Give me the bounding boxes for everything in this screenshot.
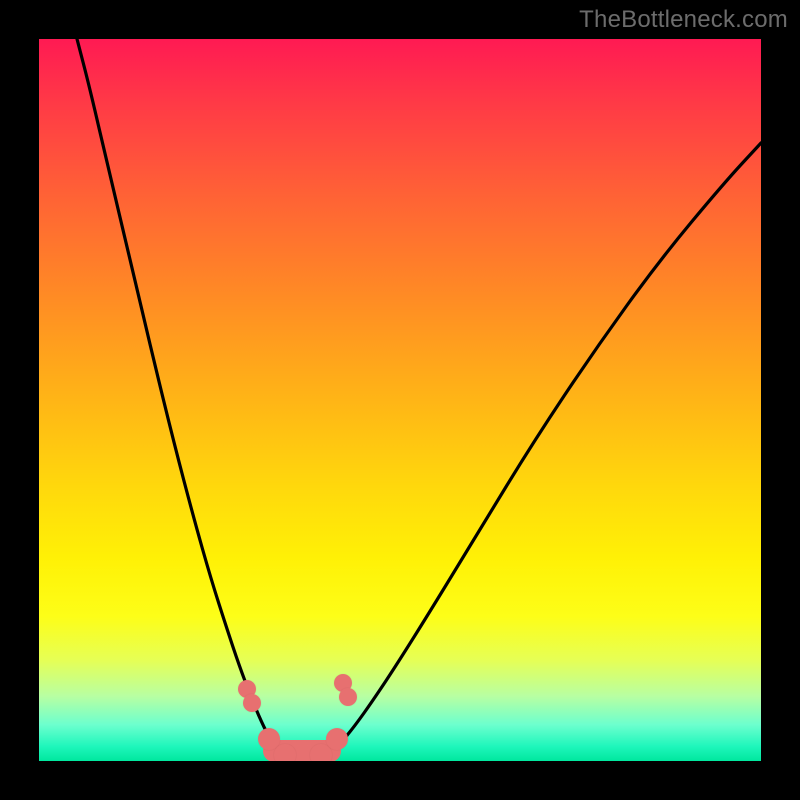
data-marker — [326, 728, 348, 750]
chart-frame: TheBottleneck.com — [0, 0, 800, 800]
marker-layer — [39, 39, 761, 761]
data-marker — [274, 744, 296, 761]
plot-area — [39, 39, 761, 761]
watermark-text: TheBottleneck.com — [579, 6, 788, 34]
data-marker — [339, 688, 357, 706]
data-marker — [243, 694, 261, 712]
